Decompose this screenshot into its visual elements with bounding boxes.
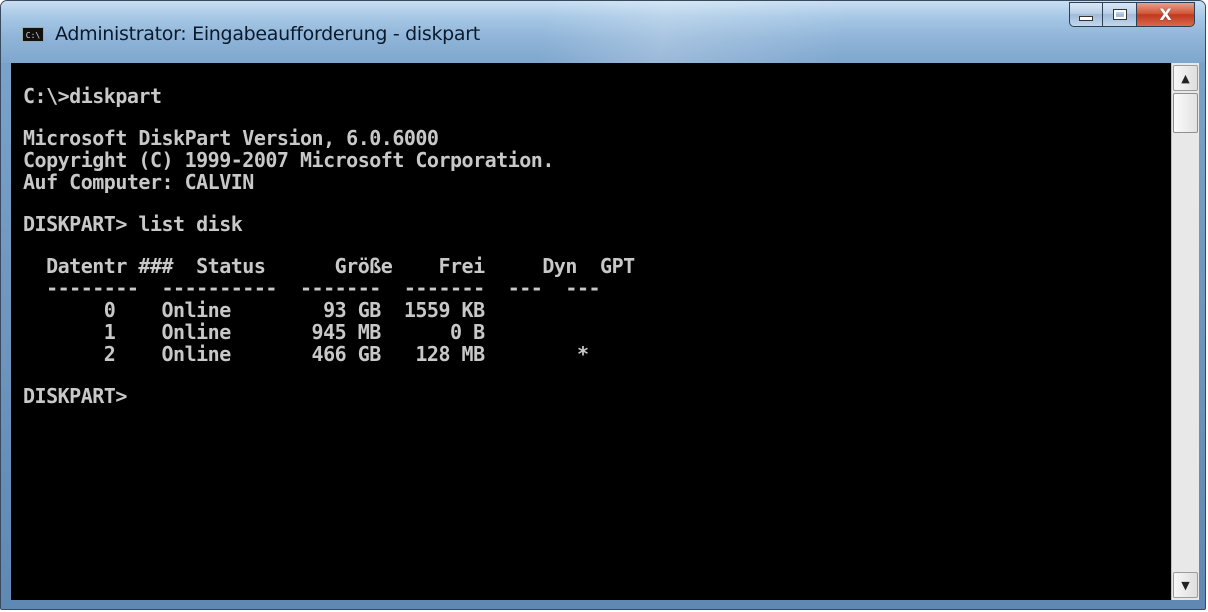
console-line: DISKPART>: [23, 384, 127, 408]
console-line: Datentr ### Status Größe Frei Dyn GPT: [23, 254, 635, 278]
caption-buttons: X: [1069, 2, 1195, 27]
console-line: 0 Online 93 GB 1559 KB: [23, 298, 485, 322]
arrow-up-icon: ▲: [1181, 71, 1190, 85]
arrow-down-icon: ▼: [1181, 578, 1190, 592]
console-output-area[interactable]: C:\>diskpart Microsoft DiskPart Version, …: [11, 63, 1171, 600]
minimize-icon: [1079, 16, 1093, 21]
console-line: 1 Online 945 MB 0 B: [23, 320, 485, 344]
console-line: Microsoft DiskPart Version, 6.0.6000: [23, 126, 439, 150]
console-line: Copyright (C) 1999-2007 Microsoft Corpor…: [23, 148, 554, 172]
console-line: Auf Computer: CALVIN: [23, 170, 254, 194]
minimize-button[interactable]: [1069, 2, 1103, 27]
maximize-icon: [1112, 9, 1127, 20]
scroll-thumb[interactable]: [1173, 93, 1198, 133]
close-icon: X: [1159, 4, 1172, 24]
console-app-icon[interactable]: C:\: [22, 27, 44, 42]
maximize-button[interactable]: [1103, 2, 1137, 27]
title-bar[interactable]: C:\ Administrator: Eingabeaufforderung -…: [1, 1, 1205, 63]
console-window: C:\ Administrator: Eingabeaufforderung -…: [0, 0, 1206, 610]
close-button[interactable]: X: [1137, 2, 1195, 27]
console-line: -------- ---------- ------- ------- --- …: [23, 276, 601, 300]
console-line: DISKPART> list disk: [23, 212, 243, 236]
console-line: 2 Online 466 GB 128 MB *: [23, 342, 589, 366]
scroll-up-button[interactable]: ▲: [1173, 65, 1198, 91]
console-line: C:\>diskpart: [23, 84, 162, 108]
scroll-down-button[interactable]: ▼: [1173, 572, 1198, 598]
window-title: Administrator: Eingabeaufforderung - dis…: [55, 23, 480, 45]
console-text: C:\>diskpart Microsoft DiskPart Version, …: [11, 63, 1171, 407]
vertical-scrollbar[interactable]: ▲ ▼: [1171, 63, 1199, 600]
